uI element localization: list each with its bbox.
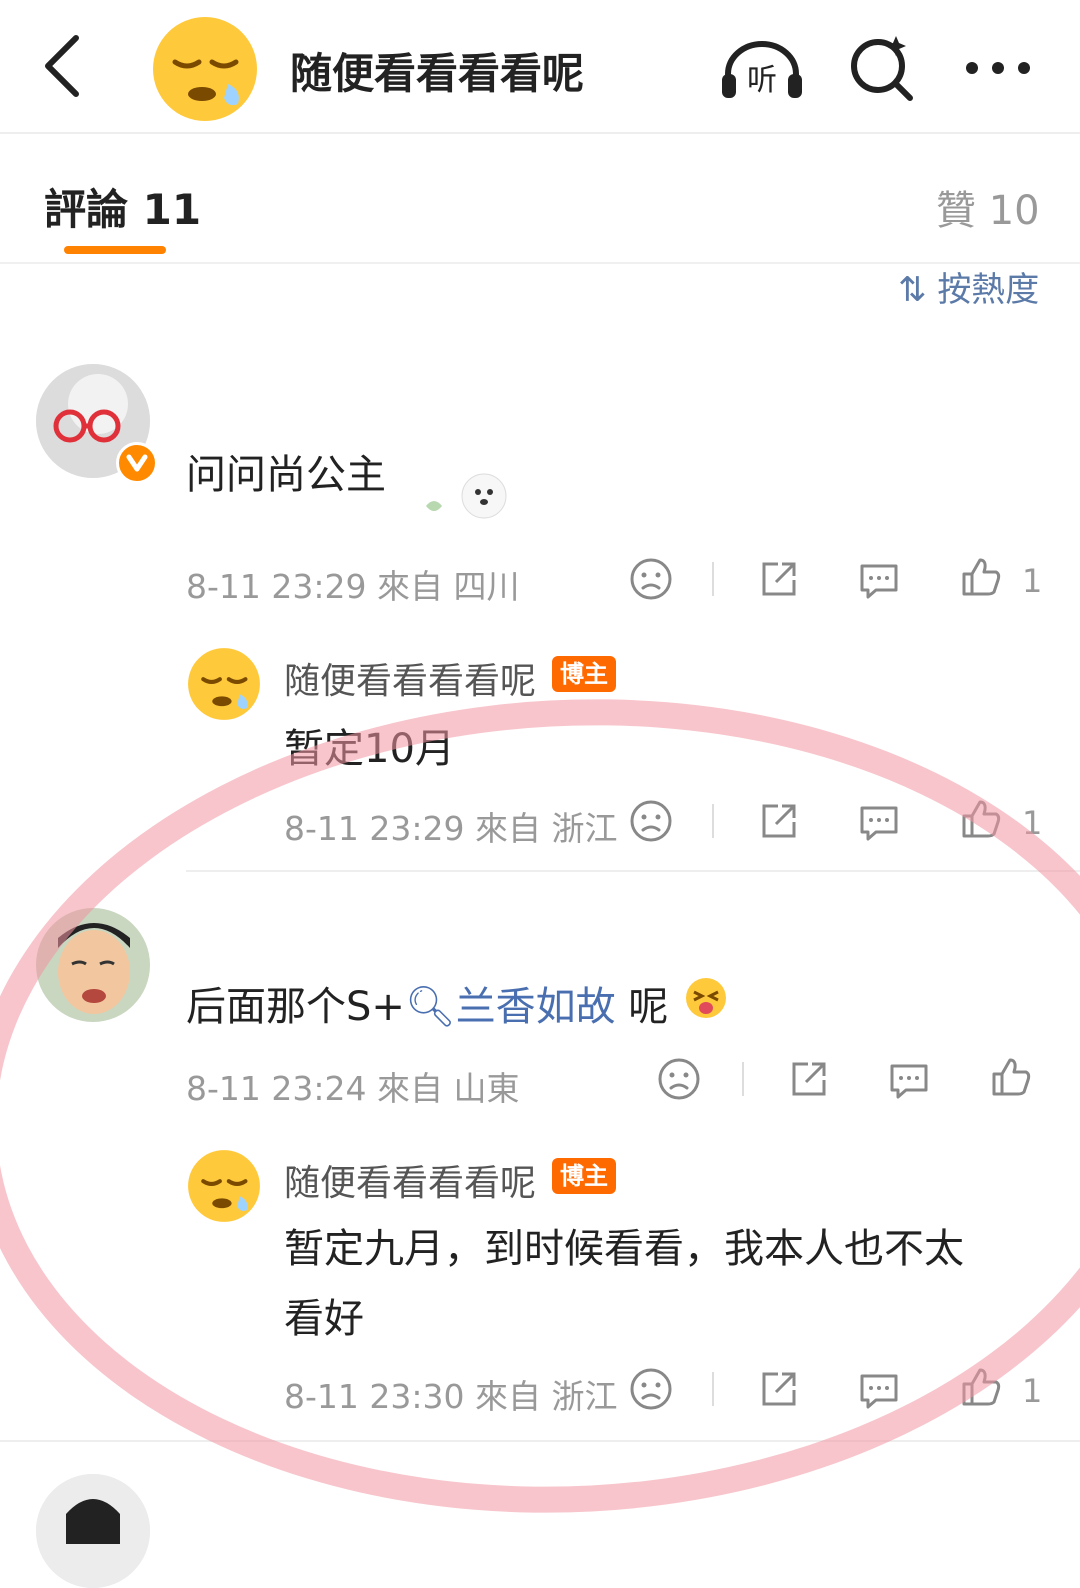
comment-separator (186, 870, 1080, 872)
like-count: 1 (1022, 562, 1043, 600)
comment-separator (0, 1440, 1080, 1442)
avatar-face-image (36, 908, 150, 1022)
reply-comment-icon[interactable] (856, 556, 902, 602)
commenter-avatar[interactable] (36, 908, 150, 1022)
reply-text: 暂定10月 (284, 726, 455, 772)
topic-search-icon: 🔍︎ (404, 984, 456, 1030)
blogger-badge: 博主 (552, 656, 616, 692)
comment-text-part: 呢 (615, 984, 669, 1030)
tab-comments-count: 11 (142, 185, 202, 234)
share-icon[interactable] (756, 1366, 802, 1412)
action-divider (712, 562, 714, 596)
ai-search-icon[interactable] (846, 30, 916, 102)
back-arrow-icon[interactable] (36, 30, 96, 102)
page-title: 随便看看看看呢 (290, 49, 585, 98)
blogger-badge: 博主 (552, 1158, 616, 1194)
comment-text: 问问尚公主 (186, 452, 386, 498)
like-count: 1 (1022, 804, 1043, 842)
reply-location: 來自 浙江 (475, 809, 618, 848)
reply-author-name[interactable]: 随便看看看看呢 (284, 1154, 536, 1206)
dislike-face-icon[interactable] (628, 556, 674, 602)
tab-likes[interactable]: 贊 10 (936, 178, 1040, 236)
tab-comments[interactable]: 評論 11 (44, 176, 201, 237)
listen-label: 听 (747, 63, 777, 98)
dislike-face-icon[interactable] (628, 1366, 674, 1412)
like-count: 1 (1022, 1372, 1043, 1410)
action-divider (742, 1062, 744, 1096)
reply-comment-icon[interactable] (856, 1366, 902, 1412)
comment-location: 來自 四川 (377, 567, 520, 606)
comment-time: 8-11 23:24 (186, 1069, 367, 1108)
action-divider (712, 804, 714, 838)
reply-meta: 8-11 23:30 來自 浙江 (284, 1370, 618, 1418)
sort-icon: ⇅ (898, 270, 927, 310)
more-dots-icon[interactable] (958, 48, 1038, 88)
topic-link[interactable]: 🔍︎兰香如故 (405, 984, 616, 1030)
dislike-face-icon[interactable] (656, 1056, 702, 1102)
avatar-image (36, 1474, 150, 1588)
thumbs-up-icon[interactable] (958, 1364, 1004, 1410)
reply-location: 來自 浙江 (475, 1377, 618, 1416)
reply-text-line: 看好 (284, 1296, 364, 1342)
sleepy-emoji-avatar[interactable] (150, 14, 260, 124)
replier-avatar-sleepy-emoji[interactable] (186, 646, 262, 722)
dislike-face-icon[interactable] (628, 798, 674, 844)
reply-comment-icon[interactable] (856, 798, 902, 844)
comment-text: 后面那个S+🔍︎兰香如故 呢 (186, 974, 668, 1032)
active-tab-indicator (64, 246, 166, 254)
listen-headphones-icon[interactable]: 听 (718, 34, 806, 102)
reply-meta: 8-11 23:29 來自 浙江 (284, 802, 618, 850)
tab-likes-count: 10 (988, 188, 1040, 234)
comment-meta: 8-11 23:24 來自 山東 (186, 1062, 520, 1110)
reply-time: 8-11 23:30 (284, 1377, 465, 1416)
tab-comments-label: 評論 (44, 185, 129, 234)
share-icon[interactable] (786, 1056, 832, 1102)
comment-location: 來自 山東 (377, 1069, 520, 1108)
share-icon[interactable] (756, 556, 802, 602)
sort-by-hot-button[interactable]: ⇅ 按熱度 (898, 262, 1039, 311)
tab-likes-label: 贊 (936, 188, 976, 234)
reply-text-line: 暂定九月，到时候看看，我本人也不太 (284, 1226, 964, 1272)
share-icon[interactable] (756, 798, 802, 844)
replier-avatar-sleepy-emoji[interactable] (186, 1148, 262, 1224)
thumbs-up-icon[interactable] (988, 1054, 1034, 1100)
sort-label: 按熱度 (937, 270, 1040, 310)
comment-text-part: 后面那个S+ (186, 984, 405, 1030)
action-divider (712, 1372, 714, 1406)
reply-author-name[interactable]: 随便看看看看呢 (284, 652, 536, 704)
reply-comment-icon[interactable] (886, 1056, 932, 1102)
thumbs-up-icon[interactable] (958, 796, 1004, 842)
comment-meta: 8-11 23:29 來自 四川 (186, 560, 520, 608)
verified-badge-icon (116, 442, 158, 484)
comment-time: 8-11 23:29 (186, 567, 367, 606)
commenter-avatar[interactable] (36, 1474, 150, 1588)
topic-link-label: 兰香如故 (455, 984, 616, 1030)
thumbs-up-icon[interactable] (958, 554, 1004, 600)
reply-time: 8-11 23:29 (284, 809, 465, 848)
dog-sticker-icon (426, 473, 507, 519)
tongue-emoji-icon (686, 978, 726, 1018)
